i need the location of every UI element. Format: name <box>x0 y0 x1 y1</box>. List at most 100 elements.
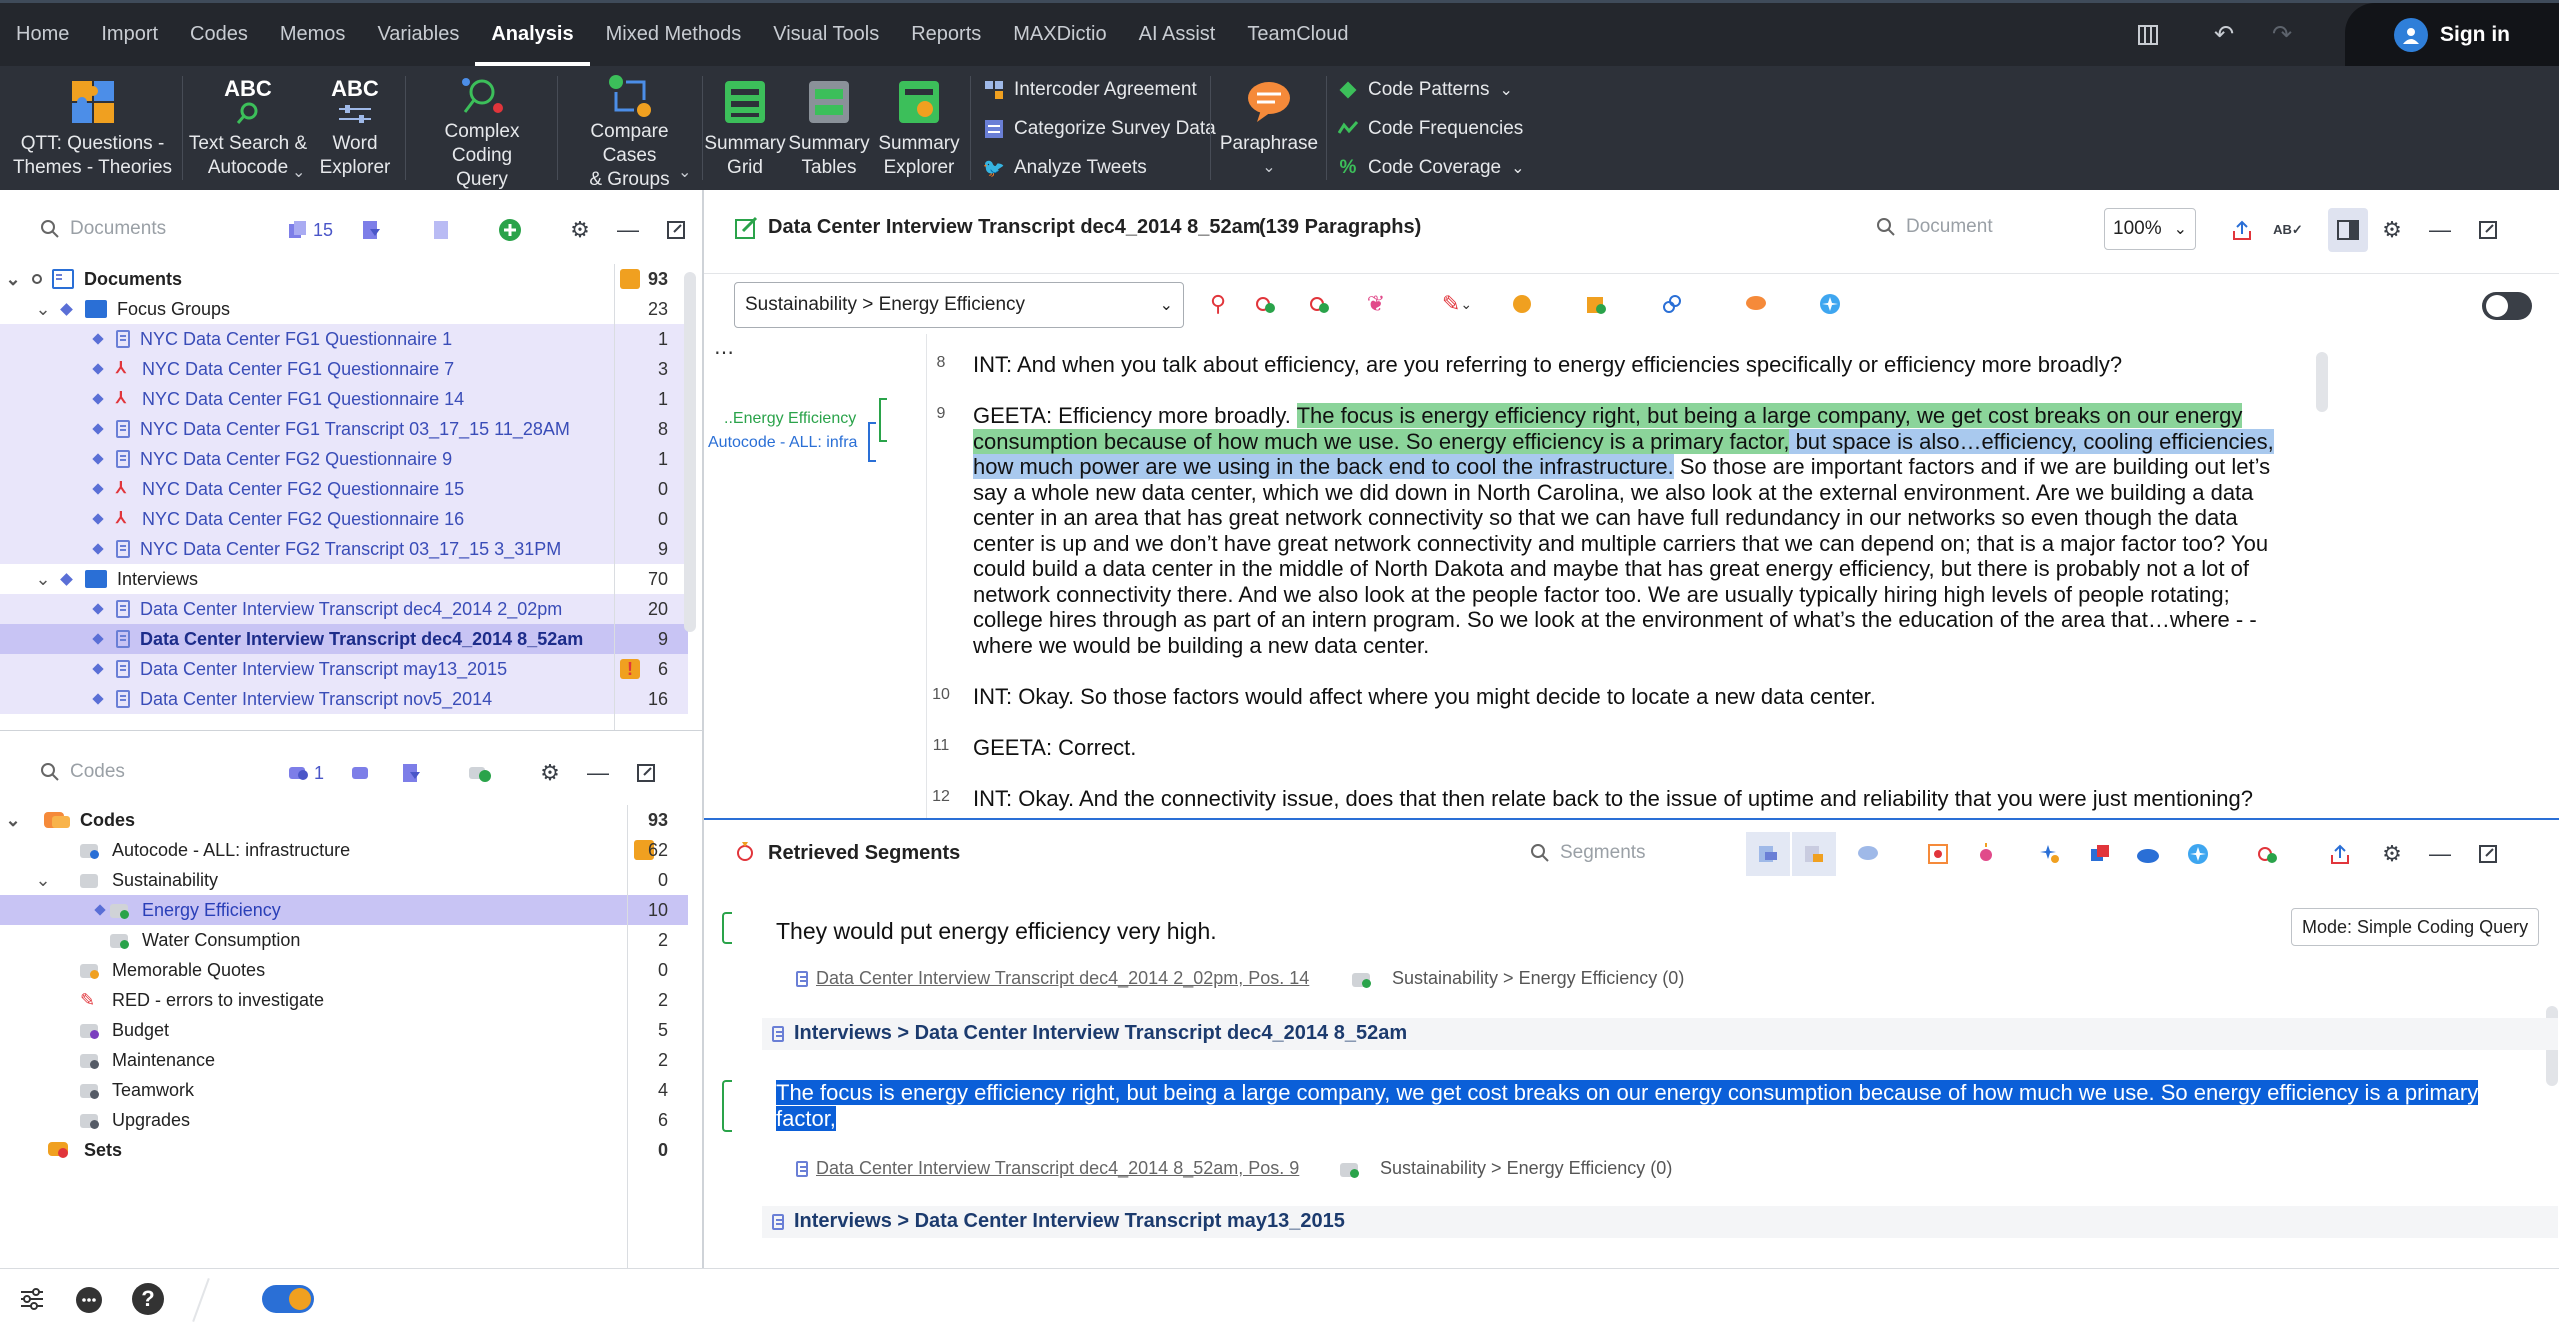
segment-2-source-link[interactable]: Data Center Interview Transcript dec4_20… <box>796 1158 1299 1179</box>
undo-icon[interactable]: ↶ <box>2206 17 2242 53</box>
code-selection-icon[interactable] <box>2252 832 2284 876</box>
segment-1-source-link[interactable]: Data Center Interview Transcript dec4_20… <box>796 968 1309 989</box>
activation-diamond-icon[interactable] <box>60 302 73 316</box>
new-code-icon[interactable] <box>1250 282 1282 326</box>
highlight-pen-icon[interactable]: ✎ ⌄ <box>1432 282 1482 326</box>
undock-icon[interactable] <box>630 751 662 795</box>
minimize-icon[interactable]: — <box>612 208 644 252</box>
paragraph-10[interactable]: INT: Okay. So those factors would affect… <box>973 684 2303 710</box>
undock-icon[interactable] <box>2472 832 2504 876</box>
menu-tab-analysis[interactable]: Analysis <box>475 3 590 66</box>
qtt-button[interactable]: QTT: Questions - Themes - Theories <box>10 72 175 186</box>
segment-1-code[interactable]: Sustainability > Energy Efficiency (0) <box>1352 968 1684 989</box>
text-search-button[interactable]: ABC Text Search & Autocode <box>188 72 308 186</box>
document-row[interactable]: NYC Data Center FG2 Transcript 03_17_15 … <box>0 534 688 564</box>
activated-documents-button[interactable]: 15 <box>282 208 338 252</box>
code-row[interactable]: Teamwork 4 <box>0 1075 688 1105</box>
filter-codes-icon[interactable] <box>395 751 427 795</box>
documents-view-icon[interactable] <box>1746 832 1790 876</box>
paragraph-9[interactable]: GEETA: Efficiency more broadly. The focu… <box>973 403 2303 658</box>
chevron-down-icon[interactable]: ⌄ <box>4 269 22 290</box>
ai-assist-icon[interactable] <box>2182 832 2214 876</box>
paraphrase-button[interactable]: Paraphrase ⌄ <box>1216 72 1322 186</box>
activation-diamond-icon[interactable] <box>92 423 104 435</box>
code-row[interactable]: Memorable Quotes 0 <box>0 955 688 985</box>
code-link-icon[interactable] <box>346 751 378 795</box>
compare-cases-button[interactable]: Compare Cases & Groups <box>562 72 697 190</box>
activation-diamond-icon[interactable] <box>92 603 104 615</box>
activation-diamond-icon[interactable] <box>92 513 104 525</box>
sets-row[interactable]: Sets 0 <box>0 1135 688 1165</box>
code-row[interactable]: ✎ RED - errors to investigate 2 <box>0 985 688 1015</box>
codes-root[interactable]: ⌄ Codes 93 <box>0 805 688 835</box>
intercoder-agreement-button[interactable]: Intercoder Agreement <box>984 72 1197 108</box>
code-coverage-button[interactable]: % Code Coverage ⌄ <box>1338 150 1525 186</box>
code-select-dropdown[interactable]: Sustainability > Energy Efficiency ⌄ <box>734 282 1184 328</box>
coding-stripe-blue[interactable] <box>868 422 876 462</box>
activation-diamond-icon[interactable] <box>92 633 104 645</box>
summary-icon[interactable] <box>1922 832 1954 876</box>
export-icon[interactable] <box>2226 208 2258 252</box>
comment-icon[interactable] <box>1740 282 1772 326</box>
document-row[interactable]: ⅄ NYC Data Center FG1 Questionnaire 14 1 <box>0 384 688 414</box>
cloud-icon[interactable] <box>2132 832 2164 876</box>
chevron-down-icon[interactable]: ⌄ <box>292 162 305 182</box>
summary-grid-button[interactable]: Summary Grid <box>704 72 786 186</box>
menu-tab-maxdictio[interactable]: MAXDictio <box>997 3 1122 66</box>
menu-tab-home[interactable]: Home <box>0 3 85 66</box>
redo-icon[interactable]: ↷ <box>2264 17 2300 53</box>
codes-search[interactable]: Codes <box>40 761 125 783</box>
document-search[interactable]: Document <box>1876 216 1993 238</box>
comments-icon[interactable] <box>1852 832 1884 876</box>
margin-code-energy[interactable]: ..Energy Efficiency <box>724 410 856 428</box>
activated-codes-button[interactable]: 1 <box>284 751 328 795</box>
margin-code-autocode[interactable]: Autocode - ALL: infra <box>708 434 857 452</box>
menu-tab-variables[interactable]: Variables <box>361 3 475 66</box>
minimize-icon[interactable]: — <box>2424 208 2456 252</box>
segment-2-text[interactable]: The focus is energy efficiency right, bu… <box>776 1080 2526 1132</box>
coding-stripe-green[interactable] <box>879 398 887 442</box>
overview-icon[interactable] <box>2084 832 2116 876</box>
chat-icon[interactable] <box>74 1285 104 1315</box>
paragraph-11[interactable]: GEETA: Correct. <box>973 735 2303 761</box>
highlight-icon[interactable] <box>1970 832 2002 876</box>
settings-sliders-icon[interactable] <box>18 1285 46 1313</box>
document-row[interactable]: Data Center Interview Transcript nov5_20… <box>0 684 688 714</box>
paragraph-8[interactable]: INT: And when you talk about efficiency,… <box>973 352 2303 378</box>
summary-tables-button[interactable]: Summary Tables <box>788 72 870 186</box>
code-row[interactable]: ⌄ Sustainability 0 <box>0 865 688 895</box>
code-patterns-button[interactable]: Code Patterns ⌄ <box>1338 72 1513 108</box>
gear-icon[interactable]: ⚙ <box>534 751 566 795</box>
segment-1-text[interactable]: They would put energy efficiency very hi… <box>776 918 1217 945</box>
complex-coding-query-button[interactable]: Complex Coding Query <box>412 72 552 190</box>
menu-tab-codes[interactable]: Codes <box>174 3 264 66</box>
memo-icon[interactable] <box>620 269 640 289</box>
segments-search[interactable]: Segments <box>1530 842 1646 864</box>
categorize-survey-button[interactable]: Categorize Survey Data <box>984 111 1216 147</box>
visual-toggle[interactable] <box>262 1285 314 1313</box>
activation-diamond-icon[interactable] <box>60 572 73 586</box>
link-icon[interactable] <box>1656 282 1688 326</box>
activation-diamond-icon[interactable] <box>92 663 104 675</box>
code-row[interactable]: Maintenance 2 <box>0 1045 688 1075</box>
word-explorer-button[interactable]: ABC Word Explorer <box>312 72 398 186</box>
chevron-down-icon[interactable]: ⌄ <box>34 870 52 891</box>
document-row[interactable]: ⅄ NYC Data Center FG2 Questionnaire 16 0 <box>0 504 688 534</box>
emoji-icon[interactable] <box>1506 282 1538 326</box>
mode-indicator[interactable]: Mode: Simple Coding Query <box>2291 908 2540 946</box>
document-group-row[interactable]: ⌄ Focus Groups 23 <box>0 294 688 324</box>
code-row[interactable]: Budget 5 <box>0 1015 688 1045</box>
activation-diamond-icon[interactable] <box>92 453 104 465</box>
menu-tab-ai-assist[interactable]: AI Assist <box>1123 3 1232 66</box>
chevron-down-icon[interactable]: ⌄ <box>34 299 52 320</box>
code-frequencies-button[interactable]: Code Frequencies <box>1338 111 1523 147</box>
ai-sparkle-icon[interactable] <box>2034 832 2066 876</box>
menu-tab-import[interactable]: Import <box>85 3 174 66</box>
documents-root[interactable]: ⌄ Documents 93 <box>0 264 688 294</box>
summary-explorer-button[interactable]: Summary Explorer <box>874 72 964 186</box>
document-row[interactable]: Data Center Interview Transcript dec4_20… <box>0 624 688 654</box>
help-icon[interactable]: ? <box>132 1283 164 1315</box>
documents-scrollbar[interactable] <box>684 272 696 632</box>
activation-diamond-icon[interactable] <box>92 363 104 375</box>
analyze-tweets-button[interactable]: 🐦 Analyze Tweets <box>983 150 1147 186</box>
